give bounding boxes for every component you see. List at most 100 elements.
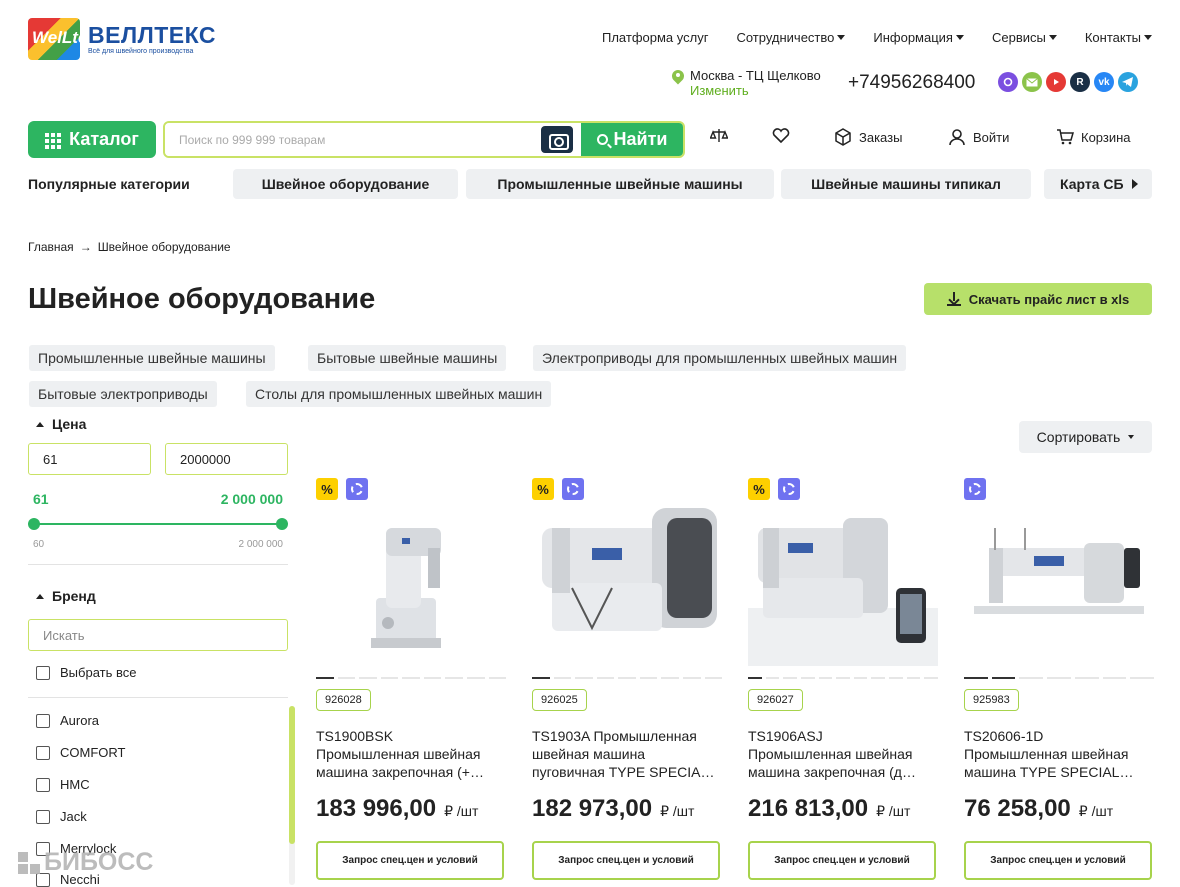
- heart-icon: [772, 128, 790, 144]
- login-button[interactable]: Войти: [948, 128, 1009, 146]
- scales-icon: [710, 129, 728, 142]
- checkbox[interactable]: [36, 713, 50, 728]
- product-name[interactable]: TS20606-1D Промышленная швейная машина T…: [964, 727, 1154, 781]
- login-label: Войти: [973, 129, 1010, 145]
- product-card[interactable]: % 926027 TS1906ASJ Промышленная швейная …: [748, 470, 944, 885]
- brand-search-input[interactable]: [28, 619, 288, 651]
- nav-label: Платформа услуг: [602, 30, 709, 45]
- catalog-button[interactable]: Каталог: [28, 121, 156, 158]
- subcat-household-drives[interactable]: Бытовые электроприводы: [29, 381, 217, 407]
- nav-cooperation[interactable]: Сотрудничество: [736, 30, 846, 45]
- product-image[interactable]: [532, 488, 728, 668]
- search-input[interactable]: [165, 123, 541, 156]
- image-pager[interactable]: [964, 677, 1155, 679]
- search-bar: Найти: [163, 121, 685, 158]
- sort-button[interactable]: Сортировать: [1019, 421, 1152, 453]
- product-name[interactable]: TS1900BSK Промышленная швейная машина за…: [316, 727, 506, 781]
- product-name[interactable]: TS1906ASJ Промышленная швейная машина за…: [748, 727, 938, 781]
- logo-mark-text: WelLtex: [32, 28, 80, 47]
- image-pager[interactable]: [748, 677, 939, 679]
- request-price-button[interactable]: Запрос спец.цен и условий: [532, 841, 720, 880]
- site-logo[interactable]: WelLtex ВЕЛЛТЕКС Всё для швейного произв…: [28, 17, 228, 61]
- checkbox-label: Выбрать все: [60, 665, 137, 680]
- subcat-tables[interactable]: Столы для промышленных швейных машин: [246, 381, 552, 407]
- checkbox[interactable]: [36, 809, 50, 824]
- brand-filter-toggle[interactable]: Бренд: [36, 588, 96, 604]
- popular-cat-sewing-equipment[interactable]: Швейное оборудование: [233, 169, 458, 199]
- price-from-display: 61: [33, 491, 49, 507]
- sort-label: Сортировать: [1036, 429, 1121, 445]
- youtube-icon[interactable]: [1046, 72, 1066, 92]
- brand-option[interactable]: Jack: [36, 809, 87, 824]
- nav-contacts[interactable]: Контакты: [1085, 30, 1152, 45]
- nav-services[interactable]: Сервисы: [992, 30, 1057, 45]
- phone-number[interactable]: +74956268400: [848, 72, 975, 94]
- nav-platform[interactable]: Платформа услуг: [602, 30, 708, 45]
- camera-icon[interactable]: [541, 126, 573, 153]
- product-name-line: швейная машина: [532, 746, 646, 762]
- price-range-min-handle[interactable]: [28, 518, 40, 530]
- brand-filter-title: Бренд: [52, 588, 96, 604]
- product-name-line: Промышленная швейная: [964, 746, 1129, 762]
- search-button-label: Найти: [613, 129, 668, 149]
- arrow-right-icon: →: [79, 240, 92, 254]
- checkbox[interactable]: [36, 745, 50, 760]
- brand-scrollbar-thumb[interactable]: [289, 706, 295, 844]
- search-button[interactable]: Найти: [581, 123, 683, 156]
- product-image[interactable]: [748, 488, 944, 668]
- price-from-input[interactable]: [28, 443, 151, 475]
- product-card[interactable]: % 926028 TS1900BSK Промышленная швейная …: [316, 470, 512, 885]
- cart-button[interactable]: Корзина: [1056, 128, 1131, 146]
- price-to-input[interactable]: [165, 443, 288, 475]
- cart-label: Корзина: [1081, 129, 1131, 145]
- product-card[interactable]: 925983 TS20606-1D Промышленная швейная м…: [964, 470, 1160, 885]
- orders-button[interactable]: Заказы: [834, 128, 902, 146]
- image-pager[interactable]: [532, 677, 723, 679]
- subcat-household[interactable]: Бытовые швейные машины: [308, 345, 507, 371]
- favorites-button[interactable]: [772, 128, 790, 144]
- nav-label: Информация: [873, 30, 953, 45]
- checkbox[interactable]: [36, 665, 50, 680]
- watermark: БИБОСС: [18, 848, 153, 877]
- price-unit: ₽ /шт: [660, 803, 695, 819]
- breadcrumb-home[interactable]: Главная: [28, 240, 74, 254]
- price-filter-toggle[interactable]: Цена: [36, 416, 86, 432]
- popular-cat-typical-machines[interactable]: Швейные машины типикал: [781, 169, 1031, 199]
- vk-icon[interactable]: vk: [1094, 72, 1114, 92]
- product-name-line: TS1906ASJ: [748, 728, 823, 744]
- product-card[interactable]: % 926025 TS1903A Промышленная швейная ма…: [532, 470, 728, 885]
- telegram-icon[interactable]: [1118, 72, 1138, 92]
- top-nav: Платформа услуг Сотрудничество Информаци…: [602, 30, 1152, 45]
- rutube-icon[interactable]: R: [1070, 72, 1090, 92]
- download-price-button[interactable]: Скачать прайс лист в xls: [924, 283, 1152, 315]
- popular-cat-sbp-card[interactable]: Карта СБ: [1044, 169, 1152, 199]
- compare-button[interactable]: [710, 128, 728, 144]
- checkbox[interactable]: [36, 777, 50, 792]
- nav-information[interactable]: Информация: [873, 30, 964, 45]
- subcat-drives[interactable]: Электроприводы для промышленных швейных …: [533, 345, 907, 371]
- product-name[interactable]: TS1903A Промышленная швейная машина пуго…: [532, 727, 722, 781]
- brand-option[interactable]: Aurora: [36, 713, 99, 728]
- collapse-arrow-icon: [36, 421, 44, 427]
- breadcrumb-current: Швейное оборудование: [97, 240, 231, 254]
- request-price-button[interactable]: Запрос спец.цен и условий: [316, 841, 504, 880]
- location-change-link[interactable]: Изменить: [690, 83, 821, 98]
- max-icon[interactable]: [998, 72, 1018, 92]
- brand-option[interactable]: COMFORT: [36, 745, 125, 760]
- price-range-track: [33, 523, 282, 525]
- subcat-label: Промышленные швейные машины: [38, 350, 266, 366]
- price-range-max-handle[interactable]: [276, 518, 288, 530]
- brand-option[interactable]: HMC: [36, 777, 90, 792]
- request-price-button[interactable]: Запрос спец.цен и условий: [748, 841, 936, 880]
- brand-select-all[interactable]: Выбрать все: [36, 665, 136, 680]
- price-unit: ₽ /шт: [1078, 803, 1114, 819]
- mail-icon[interactable]: [1022, 72, 1042, 92]
- subcat-industrial[interactable]: Промышленные швейные машины: [29, 345, 275, 371]
- image-pager[interactable]: [316, 677, 507, 679]
- request-price-button[interactable]: Запрос спец.цен и условий: [964, 841, 1152, 880]
- product-image[interactable]: [316, 488, 512, 668]
- product-image[interactable]: [964, 488, 1160, 668]
- popular-cat-industrial-machines[interactable]: Промышленные швейные машины: [466, 169, 774, 199]
- product-name-line: машина закрепочная (д…: [748, 764, 916, 780]
- chevron-right-icon[interactable]: [1131, 179, 1138, 189]
